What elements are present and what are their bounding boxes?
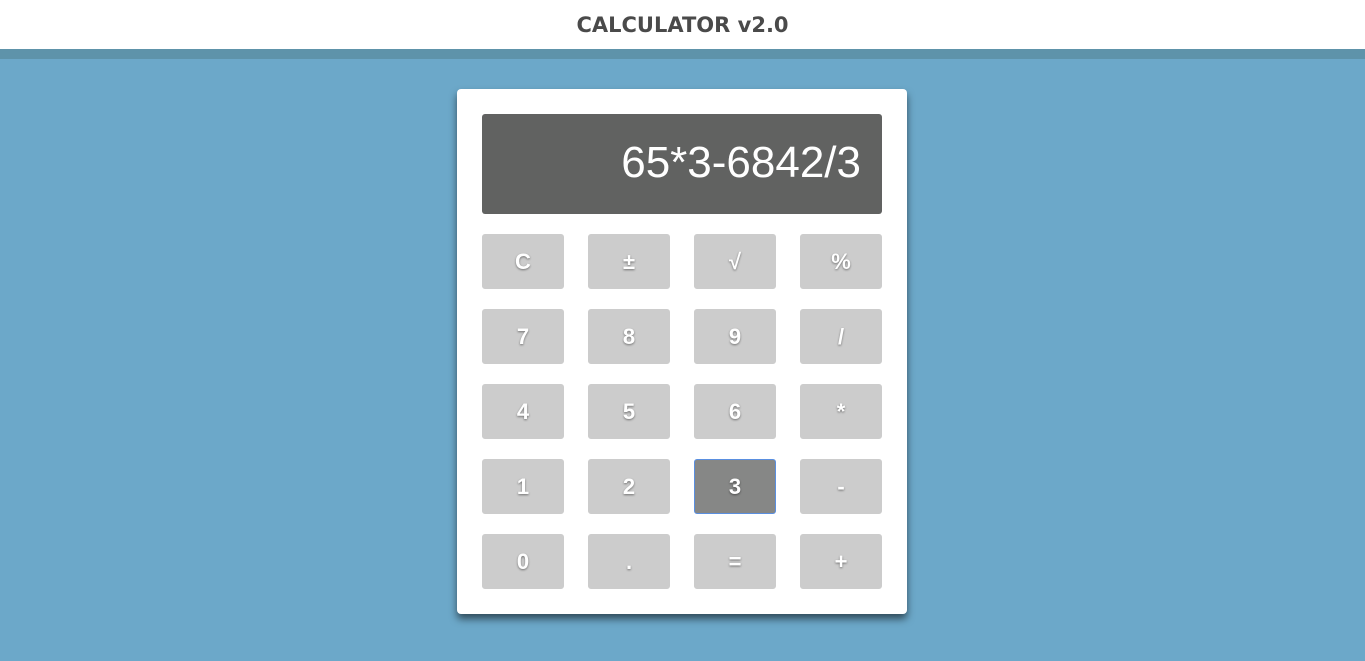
divide-button[interactable]: / [800,309,882,364]
percent-button[interactable]: % [800,234,882,289]
display-value: 65*3-6842/3 [621,138,861,187]
digit-2-button[interactable]: 2 [588,459,670,514]
decimal-button[interactable]: . [588,534,670,589]
subtract-button[interactable]: - [800,459,882,514]
plus-minus-button[interactable]: ± [588,234,670,289]
digit-9-button[interactable]: 9 [694,309,776,364]
app-header: CALCULATOR v2.0 [0,0,1365,49]
header-divider [0,49,1365,59]
digit-0-button[interactable]: 0 [482,534,564,589]
add-button[interactable]: + [800,534,882,589]
clear-button[interactable]: C [482,234,564,289]
calculator-display: 65*3-6842/3 [482,114,882,214]
digit-7-button[interactable]: 7 [482,309,564,364]
sqrt-button[interactable]: √ [694,234,776,289]
app-title: CALCULATOR v2.0 [576,13,789,37]
digit-4-button[interactable]: 4 [482,384,564,439]
multiply-button[interactable]: * [800,384,882,439]
digit-6-button[interactable]: 6 [694,384,776,439]
digit-1-button[interactable]: 1 [482,459,564,514]
digit-5-button[interactable]: 5 [588,384,670,439]
digit-8-button[interactable]: 8 [588,309,670,364]
calculator-panel: 65*3-6842/3 C ± √% 7 8 9 / 4 5 6 * 1 2 3- 0. = + [457,89,907,614]
equals-button[interactable]: = [694,534,776,589]
digit-3-button[interactable]: 3 [694,459,776,514]
keypad: C ± √% 7 8 9 / 4 5 6 * 1 2 3- 0. = + [482,234,882,589]
